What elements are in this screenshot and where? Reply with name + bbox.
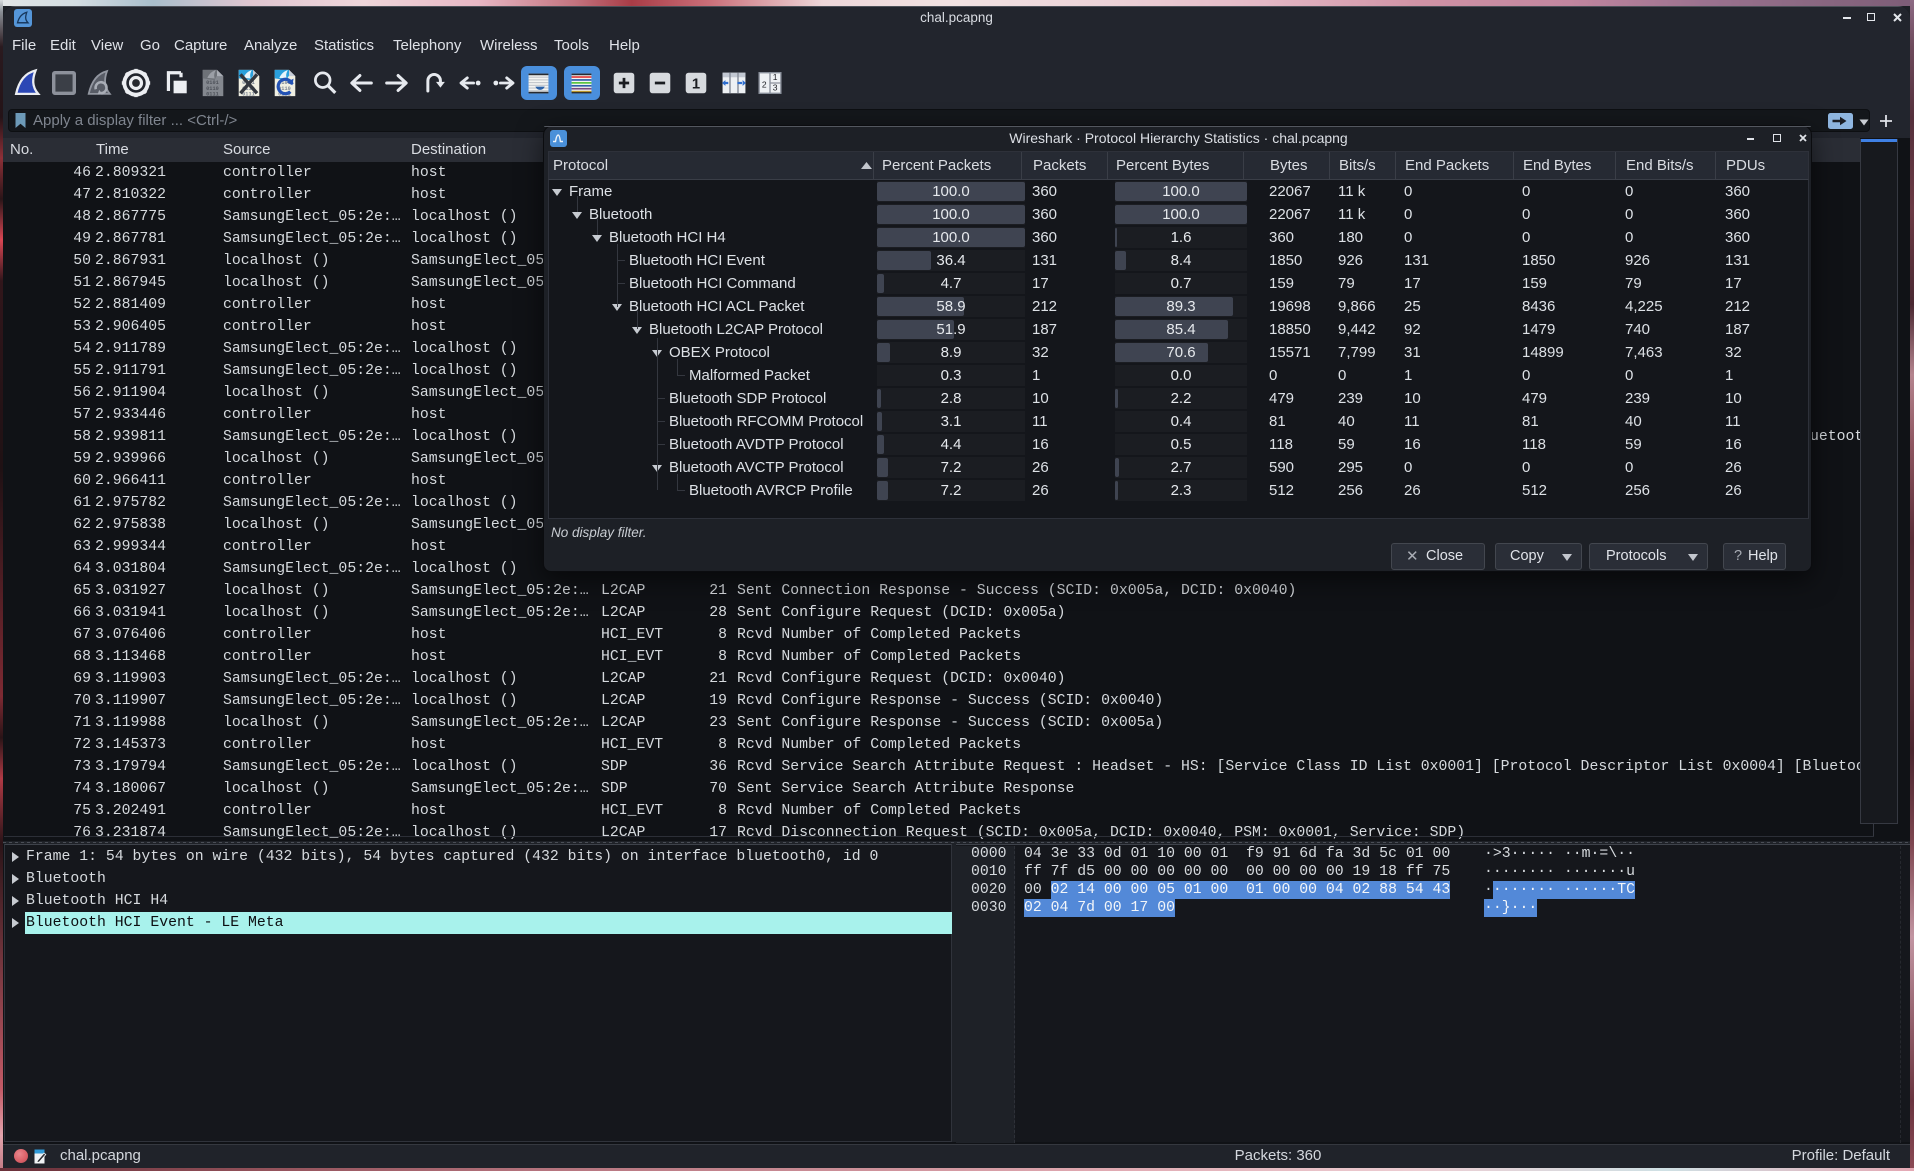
- svg-text:1: 1: [692, 77, 700, 93]
- svg-text:1: 1: [773, 72, 778, 82]
- svg-text:0111: 0111: [242, 92, 255, 98]
- svg-text:2: 2: [762, 80, 767, 90]
- svg-text:3: 3: [773, 82, 778, 92]
- svg-text:0111: 0111: [206, 92, 219, 98]
